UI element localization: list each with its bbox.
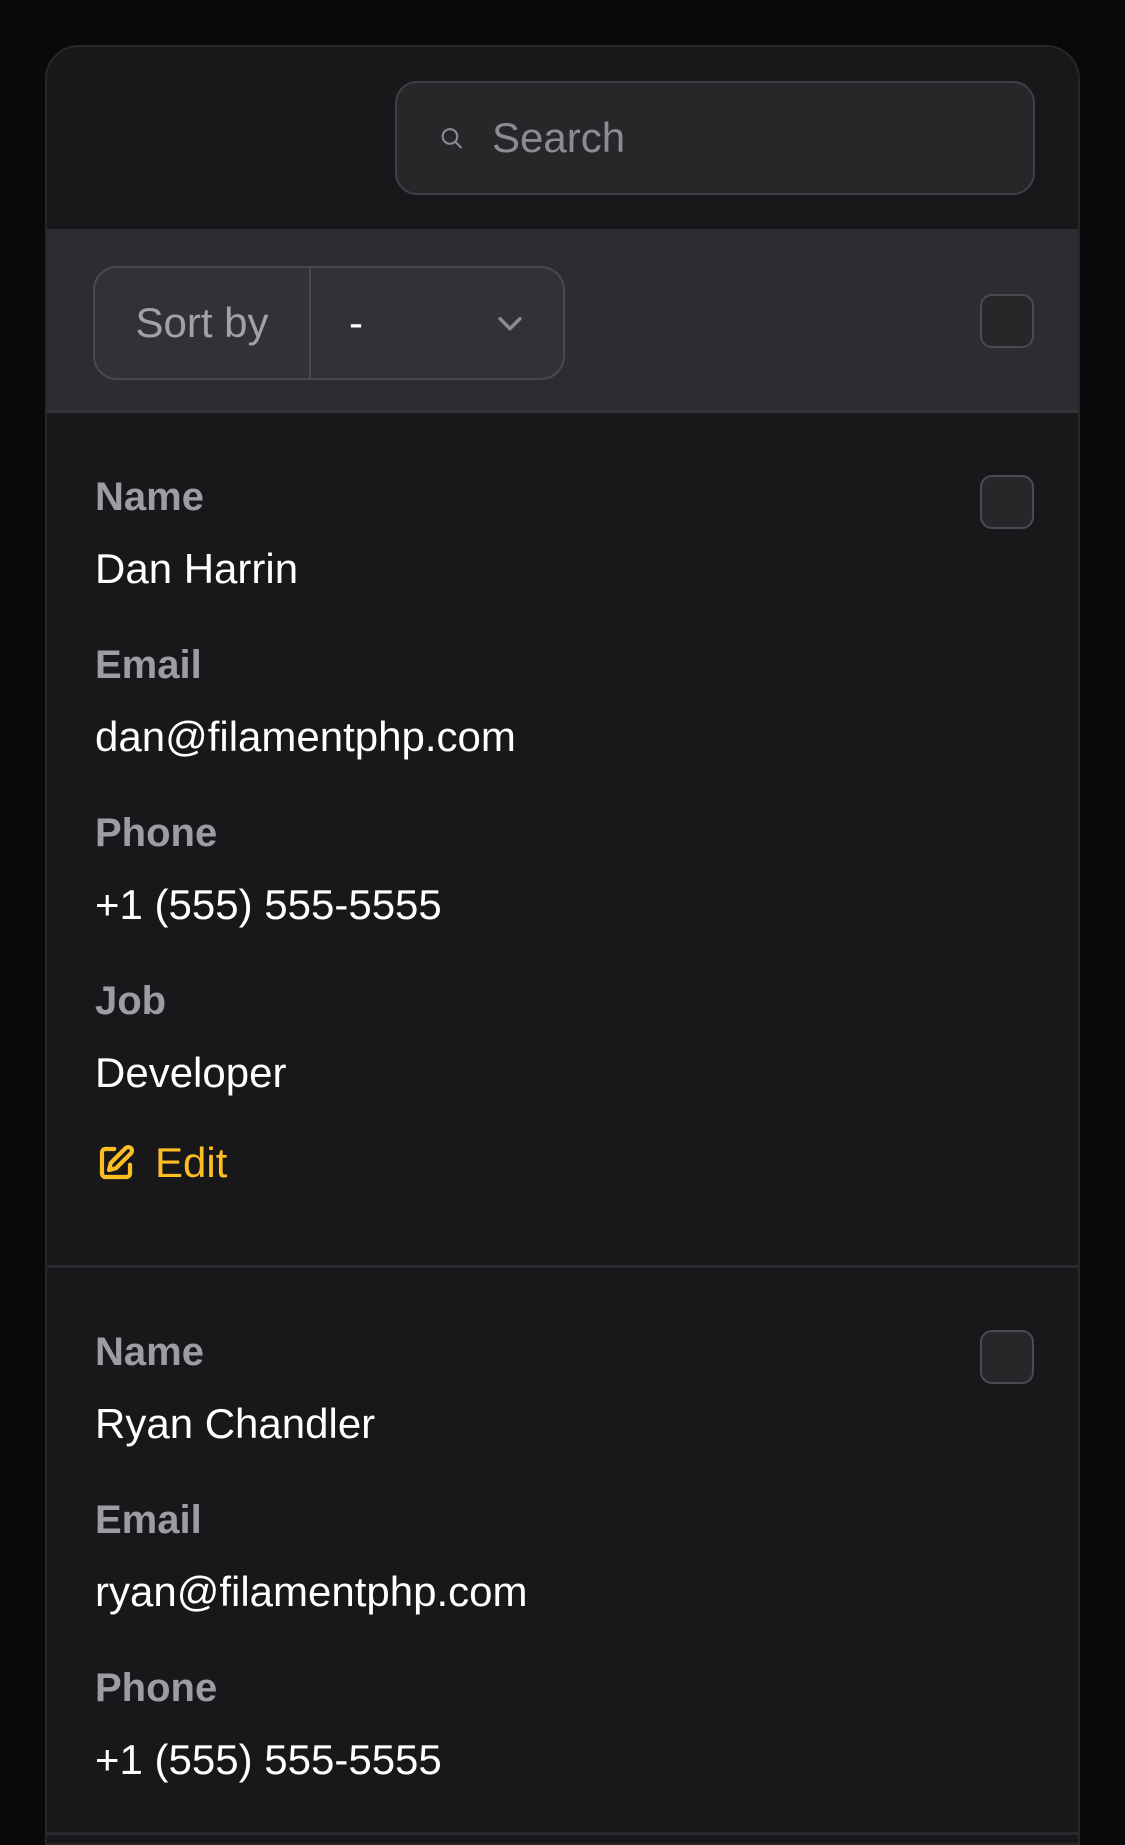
search-icon bbox=[441, 128, 462, 149]
search-input[interactable] bbox=[492, 98, 1033, 178]
edit-label: Edit bbox=[155, 1139, 228, 1186]
edit-button[interactable]: Edit bbox=[95, 1139, 1030, 1187]
table-header bbox=[47, 47, 1078, 229]
job-label: Job bbox=[95, 979, 167, 1023]
sort-select[interactable]: - bbox=[311, 268, 563, 378]
name-value: Dan Harrin bbox=[95, 545, 299, 592]
select-all-checkbox[interactable] bbox=[980, 294, 1034, 348]
name-label: Name bbox=[95, 1330, 204, 1374]
chevron-down-icon bbox=[498, 317, 522, 331]
email-value: dan@filamentphp.com bbox=[95, 713, 516, 760]
record-card: Name Ryan Chandler Email ryan@filamentph… bbox=[47, 1268, 1078, 1835]
phone-label: Phone bbox=[95, 1666, 218, 1710]
name-label: Name bbox=[95, 475, 204, 519]
table-panel: Sort by - Name Dan Harrin Email dan@fila… bbox=[45, 45, 1080, 1845]
name-value: Ryan Chandler bbox=[95, 1400, 376, 1447]
pencil-square-icon bbox=[99, 1144, 135, 1180]
email-value: ryan@filamentphp.com bbox=[95, 1568, 528, 1615]
phone-value: +1 (555) 555-5555 bbox=[95, 881, 442, 928]
phone-value: +1 (555) 555-5555 bbox=[95, 1736, 442, 1783]
email-label: Email bbox=[95, 643, 202, 687]
sort-select-value: - bbox=[349, 299, 363, 346]
phone-label: Phone bbox=[95, 811, 218, 855]
record-checkbox[interactable] bbox=[980, 1330, 1034, 1384]
email-label: Email bbox=[95, 1498, 202, 1542]
search-box[interactable] bbox=[395, 81, 1035, 195]
record-checkbox[interactable] bbox=[980, 475, 1034, 529]
sort-toolbar: Sort by - bbox=[47, 229, 1078, 413]
job-value: Developer bbox=[95, 1049, 287, 1096]
sort-control: Sort by - bbox=[93, 266, 565, 380]
sort-label: Sort by bbox=[95, 268, 311, 378]
record-card: Name Dan Harrin Email dan@filamentphp.co… bbox=[47, 413, 1078, 1268]
